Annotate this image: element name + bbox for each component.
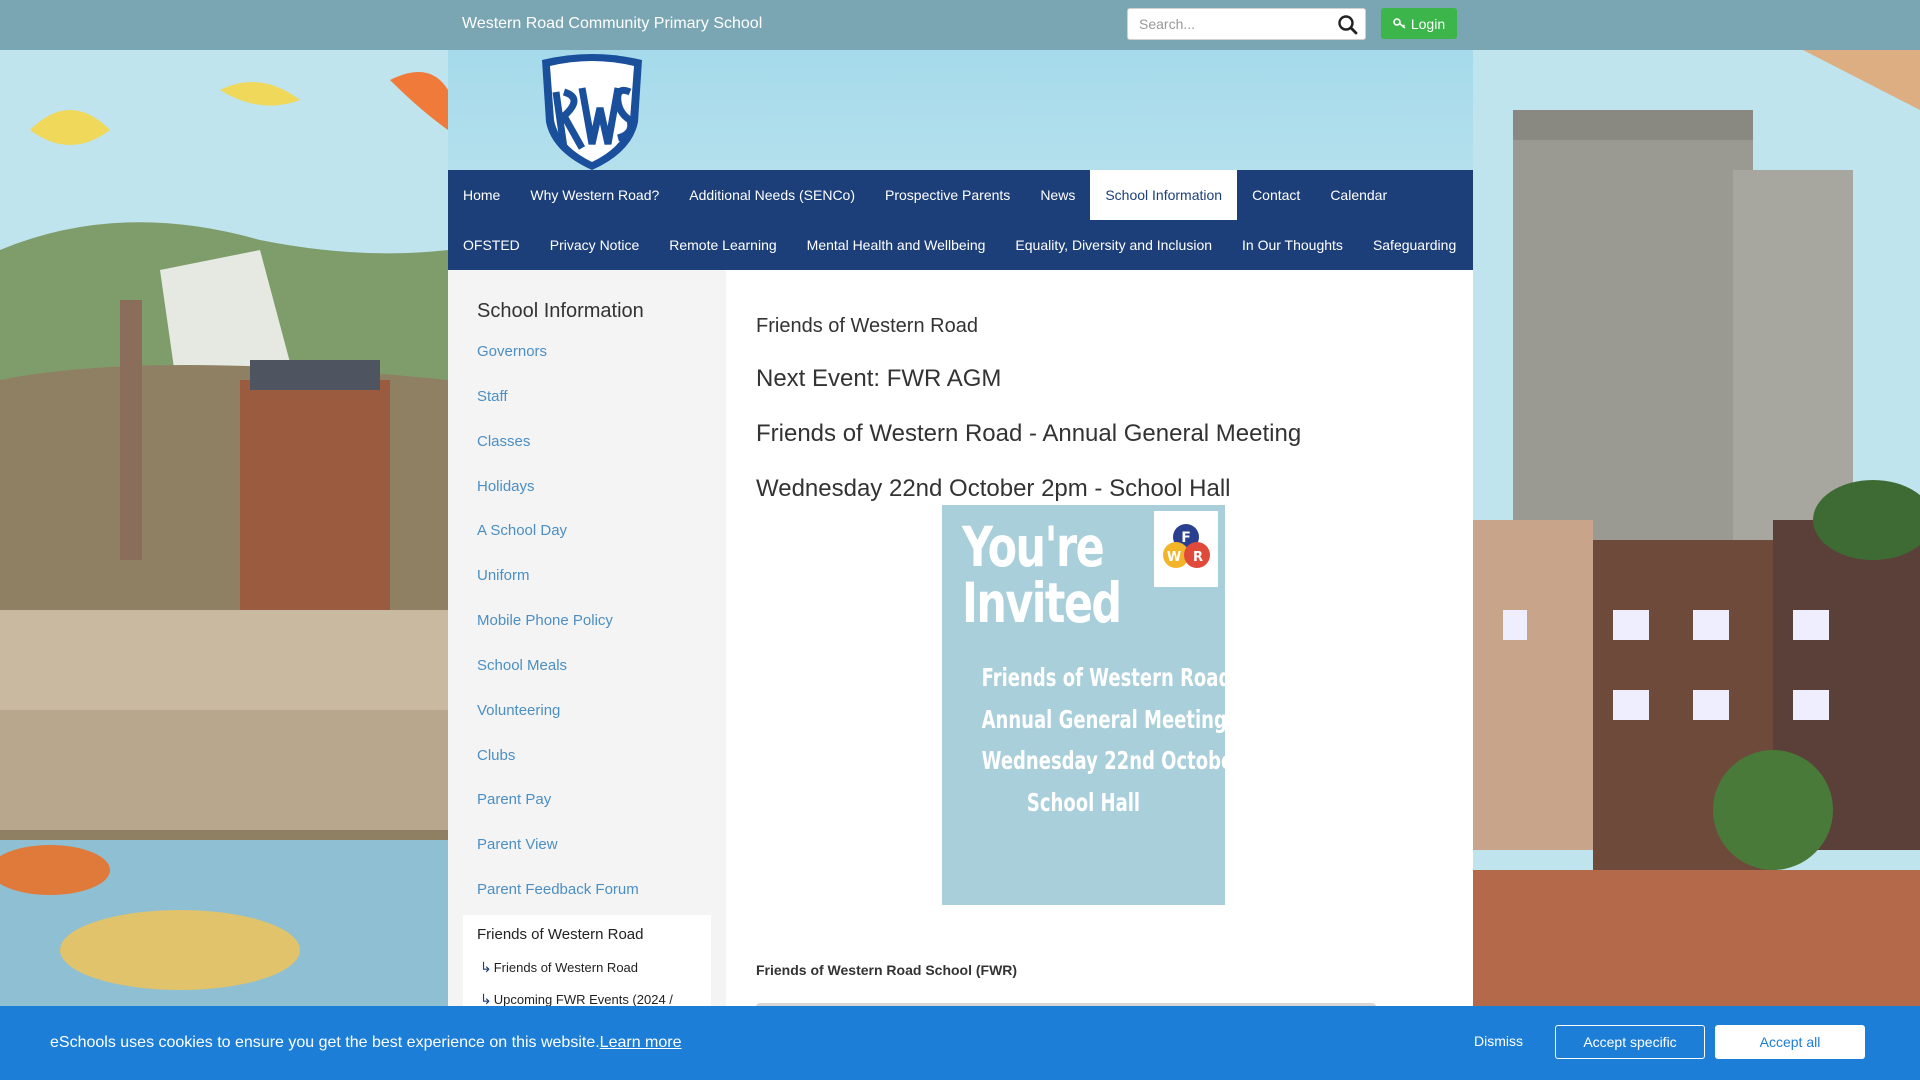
nav-safeguarding[interactable]: Safeguarding bbox=[1358, 220, 1471, 270]
section-heading: Friends of Western Road School (FWR) bbox=[756, 962, 1018, 978]
sidebar-item-holidays[interactable]: Holidays bbox=[477, 478, 535, 495]
sidebar-item-mobile-phone-policy[interactable]: Mobile Phone Policy bbox=[477, 612, 613, 629]
date-heading: Wednesday 22nd October 2pm - School Hall bbox=[756, 475, 1231, 502]
nav-additional-needs[interactable]: Additional Needs (SENCo) bbox=[674, 170, 870, 220]
nav-row-2: OFSTED Privacy Notice Remote Learning Me… bbox=[448, 220, 1471, 270]
arrow-return-icon: ↳ bbox=[480, 959, 492, 975]
sidebar-item-school-day[interactable]: A School Day bbox=[477, 522, 567, 539]
top-bar: Western Road Community Primary School Lo… bbox=[0, 0, 1920, 50]
agm-heading: Friends of Western Road - Annual General… bbox=[756, 420, 1302, 447]
sidebar-item-clubs[interactable]: Clubs bbox=[477, 747, 515, 764]
nav-why-western-road[interactable]: Why Western Road? bbox=[515, 170, 674, 220]
key-icon bbox=[1393, 16, 1407, 32]
nav-ofsted[interactable]: OFSTED bbox=[448, 220, 535, 270]
nav-calendar[interactable]: Calendar bbox=[1315, 170, 1402, 220]
login-label: Login bbox=[1410, 15, 1446, 32]
sidebar-item-friends-of-western-road[interactable]: Friends of Western Road bbox=[477, 926, 643, 943]
login-button[interactable]: Login bbox=[1381, 8, 1457, 39]
sidebar-subitem-label: Upcoming FWR Events (2024 / bbox=[493, 992, 673, 1007]
svg-text:F: F bbox=[1181, 530, 1191, 546]
fwr-logo: F W R bbox=[1154, 511, 1218, 587]
sidebar-item-staff[interactable]: Staff bbox=[477, 388, 508, 405]
background-illustration-left bbox=[0, 50, 448, 1080]
sidebar: School Information Governors Staff Class… bbox=[448, 270, 726, 1080]
svg-text:W: W bbox=[1167, 550, 1181, 565]
event-poster-image: You're Invited F W R Friends of Western … bbox=[942, 505, 1225, 905]
main-panel: School Information Governors Staff Class… bbox=[448, 270, 1473, 1080]
site-title[interactable]: Western Road Community Primary School bbox=[462, 15, 762, 33]
nav-prospective-parents[interactable]: Prospective Parents bbox=[870, 170, 1025, 220]
search-box bbox=[1127, 8, 1366, 40]
sidebar-heading: School Information bbox=[477, 300, 644, 322]
accept-all-button[interactable]: Accept all bbox=[1715, 1025, 1865, 1059]
cookie-banner: eSchools uses cookies to ensure you get … bbox=[0, 1006, 1920, 1080]
page-title: Friends of Western Road bbox=[756, 315, 978, 337]
sidebar-subitem-label: Friends of Western Road bbox=[493, 960, 639, 975]
nav-remote-learning[interactable]: Remote Learning bbox=[654, 220, 791, 270]
sidebar-item-school-meals[interactable]: School Meals bbox=[477, 657, 567, 674]
search-icon[interactable] bbox=[1335, 12, 1361, 38]
svg-text:R: R bbox=[1193, 550, 1203, 565]
nav-contact[interactable]: Contact bbox=[1237, 170, 1315, 220]
dismiss-button[interactable]: Dismiss bbox=[1474, 1033, 1523, 1049]
nav-news[interactable]: News bbox=[1025, 170, 1090, 220]
sidebar-item-parent-feedback-forum[interactable]: Parent Feedback Forum bbox=[477, 881, 639, 898]
next-event-heading: Next Event: FWR AGM bbox=[756, 365, 1002, 392]
sidebar-item-uniform[interactable]: Uniform bbox=[477, 567, 530, 584]
learn-more-link[interactable]: Learn more bbox=[600, 1034, 682, 1051]
sidebar-item-governors[interactable]: Governors bbox=[477, 343, 547, 360]
nav-school-information[interactable]: School Information bbox=[1090, 170, 1238, 220]
nav-home[interactable]: Home bbox=[448, 170, 515, 220]
accept-specific-button[interactable]: Accept specific bbox=[1555, 1025, 1705, 1059]
sidebar-item-parent-view[interactable]: Parent View bbox=[477, 836, 558, 853]
nav-row-1: Home Why Western Road? Additional Needs … bbox=[448, 170, 1402, 220]
cookie-message: eSchools uses cookies to ensure you get … bbox=[50, 1034, 682, 1051]
sidebar-subitem-friends[interactable]: ↳ Friends of Western Road bbox=[480, 959, 638, 976]
sidebar-item-volunteering[interactable]: Volunteering bbox=[477, 702, 560, 719]
nav-privacy-notice[interactable]: Privacy Notice bbox=[535, 220, 654, 270]
sidebar-item-classes[interactable]: Classes bbox=[477, 433, 530, 450]
background-illustration-right bbox=[1473, 50, 1920, 1080]
nav-mental-health[interactable]: Mental Health and Wellbeing bbox=[792, 220, 1001, 270]
nav-in-our-thoughts[interactable]: In Our Thoughts bbox=[1227, 220, 1358, 270]
poster-headline: You're Invited bbox=[962, 515, 1122, 635]
school-crest-logo[interactable] bbox=[538, 52, 646, 172]
main-navigation: Home Why Western Road? Additional Needs … bbox=[448, 170, 1473, 270]
poster-details: Friends of Western Road Annual General M… bbox=[981, 663, 1225, 817]
nav-equality-diversity[interactable]: Equality, Diversity and Inclusion bbox=[1000, 220, 1227, 270]
search-input[interactable] bbox=[1128, 9, 1328, 39]
sidebar-item-parent-pay[interactable]: Parent Pay bbox=[477, 791, 551, 808]
